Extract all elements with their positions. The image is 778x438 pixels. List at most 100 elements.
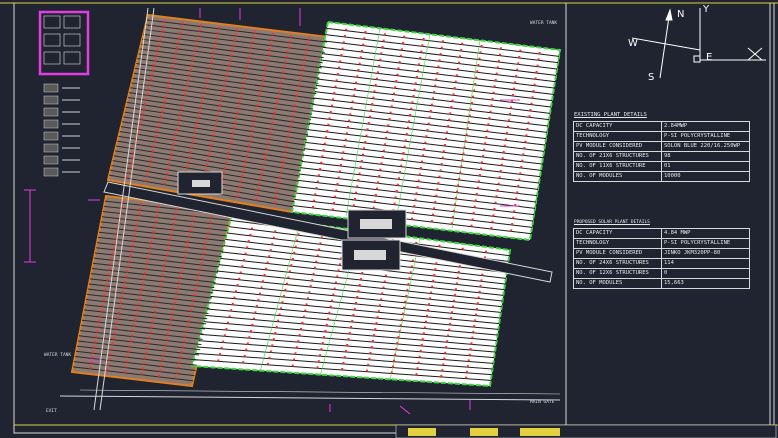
structure-marker bbox=[246, 246, 249, 249]
structure-marker bbox=[420, 50, 423, 53]
structure-marker bbox=[371, 103, 374, 105]
structure-marker bbox=[301, 321, 304, 324]
structure-marker bbox=[231, 49, 234, 51]
structure-marker bbox=[360, 278, 362, 280]
structure-marker bbox=[214, 124, 217, 126]
structure-marker bbox=[518, 178, 521, 181]
structure-marker bbox=[180, 350, 183, 353]
structure-marker bbox=[494, 79, 497, 81]
structure-marker bbox=[109, 353, 112, 356]
structure-marker bbox=[373, 200, 376, 203]
compass-west-label: W bbox=[628, 38, 638, 49]
structure-marker bbox=[186, 83, 189, 86]
structure-marker bbox=[259, 292, 261, 295]
structure-marker bbox=[156, 49, 159, 52]
structure-marker bbox=[237, 190, 240, 193]
structure-marker bbox=[412, 95, 415, 97]
structure-marker bbox=[465, 133, 468, 136]
structure-marker bbox=[160, 279, 163, 282]
legend-swatch bbox=[43, 167, 59, 177]
structure-marker bbox=[288, 270, 291, 273]
structure-marker bbox=[181, 103, 184, 106]
structure-marker bbox=[442, 150, 445, 153]
structure-marker bbox=[132, 239, 135, 242]
structure-marker bbox=[270, 38, 273, 41]
structure-marker bbox=[279, 86, 282, 89]
structure-marker bbox=[241, 86, 244, 89]
structure-marker bbox=[385, 137, 388, 139]
site-plan-drawing[interactable]: N S E W Y WATER TANK MAIN GATE EXIT WATE… bbox=[0, 0, 778, 438]
structure-marker bbox=[468, 114, 471, 117]
structure-marker bbox=[350, 107, 353, 109]
structure-marker bbox=[267, 142, 270, 145]
structure-marker bbox=[422, 332, 425, 335]
structure-marker bbox=[216, 31, 219, 34]
structure-marker bbox=[275, 101, 278, 104]
structure-marker bbox=[89, 366, 92, 369]
structure-marker bbox=[516, 191, 519, 194]
structure-marker bbox=[490, 104, 493, 107]
structure-marker bbox=[111, 342, 114, 345]
structure-marker bbox=[265, 267, 268, 270]
structure-marker bbox=[312, 272, 315, 275]
structure-marker bbox=[163, 100, 166, 103]
structure-marker bbox=[184, 250, 187, 253]
structure-marker bbox=[357, 69, 360, 71]
structure-marker bbox=[340, 54, 343, 56]
structure-marker bbox=[254, 311, 257, 314]
structure-marker bbox=[186, 165, 189, 168]
structure-marker bbox=[426, 129, 429, 131]
structure-marker bbox=[367, 122, 370, 124]
structure-marker bbox=[475, 193, 478, 195]
structure-marker bbox=[347, 338, 350, 340]
structure-marker bbox=[172, 307, 175, 310]
structure-marker bbox=[440, 374, 443, 377]
structure-marker bbox=[377, 181, 380, 184]
structure-marker bbox=[417, 179, 420, 182]
structure-marker bbox=[396, 73, 399, 76]
structure-marker bbox=[355, 302, 357, 304]
structure-marker bbox=[167, 248, 170, 251]
structure-marker bbox=[241, 175, 244, 178]
structure-marker bbox=[228, 146, 231, 149]
structure-marker bbox=[139, 203, 142, 206]
structure-marker bbox=[250, 46, 253, 49]
structure-marker bbox=[451, 305, 454, 308]
structure-marker bbox=[90, 361, 93, 364]
structure-marker bbox=[271, 33, 274, 36]
structure-marker bbox=[222, 89, 225, 91]
structure-marker bbox=[138, 298, 141, 301]
structure-marker bbox=[423, 148, 426, 150]
structure-marker bbox=[408, 277, 411, 280]
structure-marker bbox=[147, 341, 150, 344]
table-cell-key: NO. OF 12X6 STRUCTURES bbox=[573, 268, 662, 279]
structure-marker bbox=[252, 317, 255, 320]
structure-marker bbox=[280, 170, 283, 173]
structure-marker bbox=[240, 91, 243, 94]
structure-marker bbox=[378, 175, 381, 177]
structure-marker bbox=[174, 133, 177, 136]
structure-marker bbox=[419, 349, 422, 352]
structure-marker bbox=[319, 168, 322, 170]
structure-marker bbox=[396, 183, 399, 186]
structure-marker bbox=[456, 276, 459, 279]
structure-marker bbox=[259, 178, 262, 181]
structure-marker bbox=[305, 48, 308, 51]
structure-marker bbox=[163, 182, 166, 185]
structure-marker bbox=[255, 305, 258, 308]
structure-marker bbox=[382, 286, 385, 289]
structure-marker bbox=[383, 280, 386, 283]
structure-marker bbox=[169, 157, 172, 160]
cad-drawing-canvas[interactable]: N S E W Y WATER TANK MAIN GATE EXIT WATE… bbox=[0, 0, 778, 438]
structure-marker bbox=[395, 347, 398, 350]
structure-marker bbox=[210, 144, 213, 146]
structure-marker bbox=[334, 195, 337, 198]
structure-marker bbox=[260, 286, 263, 289]
structure-marker bbox=[273, 112, 276, 115]
structure-marker bbox=[454, 288, 457, 291]
structure-marker bbox=[160, 34, 163, 37]
structure-marker bbox=[271, 242, 274, 245]
structure-marker bbox=[446, 340, 449, 343]
structure-marker bbox=[357, 179, 360, 181]
structure-marker bbox=[452, 299, 455, 302]
